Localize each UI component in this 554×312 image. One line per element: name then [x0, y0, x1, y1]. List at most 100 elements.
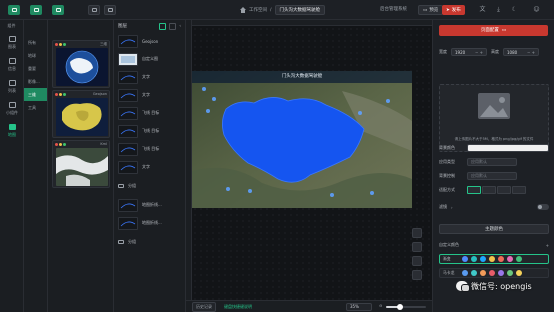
- nav-item-widget[interactable]: 小组件: [0, 98, 24, 120]
- bgcontrol-row: 背景控制 应用默认: [439, 172, 517, 180]
- color-swatch[interactable]: [498, 256, 504, 262]
- layer-item[interactable]: 地图折线...: [114, 196, 185, 214]
- map-icon: [8, 124, 16, 130]
- send-icon: ➤: [446, 7, 450, 13]
- layer-item[interactable]: 飞线 目标: [114, 122, 185, 140]
- category-item[interactable]: 所有: [24, 36, 47, 49]
- nav-item-map[interactable]: 地图: [0, 120, 24, 142]
- background-upload[interactable]: 请上传图片不大于5M，格式为 png/jpg/gif 的文件: [439, 84, 549, 152]
- redo-button[interactable]: [104, 5, 116, 15]
- dashboard-preview[interactable]: 门头沟大数据驾驶舱: [192, 71, 412, 208]
- shortcut-link[interactable]: 键盘快捷键说明: [224, 304, 252, 310]
- color-swatch[interactable]: [516, 270, 522, 276]
- component-toggle-button[interactable]: [30, 5, 42, 15]
- color-swatch[interactable]: [507, 256, 513, 262]
- lock-icon[interactable]: ⊖: [379, 303, 382, 308]
- layer-item[interactable]: 分组: [114, 176, 185, 196]
- color-swatch[interactable]: [471, 256, 477, 262]
- color-swatch[interactable]: [480, 270, 486, 276]
- bgcontrol-select[interactable]: 应用默认: [467, 172, 517, 180]
- category-item[interactable]: 地球: [24, 49, 47, 62]
- swatch-row[interactable]: 马卡龙: [439, 268, 549, 278]
- fit-mode-option[interactable]: [512, 186, 526, 194]
- home-icon[interactable]: [240, 7, 246, 13]
- chevron-right-icon[interactable]: ›: [451, 205, 453, 210]
- layer-item[interactable]: 飞线 目标: [114, 104, 185, 122]
- apply-select[interactable]: 应用默认: [467, 158, 517, 166]
- category-item[interactable]: 影像...: [24, 75, 47, 88]
- project-title[interactable]: 门头沟大数据驾驶舱: [274, 5, 326, 15]
- zoom-slider[interactable]: [386, 304, 426, 310]
- grid-view-icon[interactable]: [159, 22, 167, 30]
- category-item[interactable]: 重要: [24, 62, 47, 75]
- translate-icon[interactable]: 文: [478, 5, 487, 15]
- layer-tool-button[interactable]: [412, 242, 422, 252]
- collapse-icon[interactable]: ‹: [179, 24, 181, 29]
- ruler-horizontal: [186, 20, 432, 26]
- thumb-label: 三维: [100, 41, 107, 46]
- save-button[interactable]: [52, 5, 64, 15]
- add-icon[interactable]: +: [546, 243, 549, 248]
- layer-list: Geojson 自定义图 文字 文字 飞线 目标 飞线 目标 飞线 目标 文字 分组 地图折线..…: [114, 32, 185, 252]
- fit-mode-option[interactable]: [497, 186, 511, 194]
- filter-toggle[interactable]: [537, 204, 549, 210]
- color-swatch[interactable]: [480, 256, 486, 262]
- layer-item[interactable]: 文字: [114, 158, 185, 176]
- nav-item-chart[interactable]: 图表: [0, 32, 24, 54]
- stepper-icon[interactable]: − +: [527, 50, 535, 55]
- undo-button[interactable]: [88, 5, 100, 15]
- preview-button[interactable]: ▭ 预览: [418, 5, 444, 15]
- color-swatch[interactable]: [462, 256, 468, 262]
- category-item-active[interactable]: 三维: [24, 88, 47, 101]
- nav-item-info[interactable]: 信息: [0, 54, 24, 76]
- align-tool-button[interactable]: [412, 256, 422, 266]
- zoom-slider-knob[interactable]: [397, 304, 403, 310]
- layer-item[interactable]: 飞线 目标: [114, 140, 185, 158]
- color-swatch[interactable]: [507, 270, 513, 276]
- category-item[interactable]: 工具: [24, 101, 47, 114]
- admin-link[interactable]: 后台管理系统: [380, 6, 407, 12]
- height-field[interactable]: 1080 − +: [503, 48, 539, 56]
- layer-toggle-button[interactable]: [8, 5, 20, 15]
- width-field[interactable]: 1920 − +: [451, 48, 487, 56]
- history-button[interactable]: 历史记录: [192, 301, 216, 312]
- layer-item[interactable]: 自定义图: [114, 50, 185, 68]
- folder-icon: [118, 240, 124, 244]
- color-swatch[interactable]: [516, 256, 522, 262]
- fit-mode-option[interactable]: [482, 186, 496, 194]
- lock-tool-button[interactable]: [412, 228, 422, 238]
- fit-mode-option[interactable]: [467, 186, 481, 194]
- layer-item[interactable]: 地图折线...: [114, 214, 185, 232]
- layer-item[interactable]: 文字: [114, 68, 185, 86]
- fit-mode-segmented: [467, 186, 526, 194]
- color-swatch[interactable]: [489, 270, 495, 276]
- height-label: 高度: [491, 49, 499, 54]
- stepper-icon[interactable]: − +: [475, 50, 483, 55]
- map-thumb-3d[interactable]: 三维: [52, 40, 110, 88]
- publish-button[interactable]: ➤ 发布: [442, 5, 465, 15]
- color-swatch[interactable]: [462, 270, 468, 276]
- breadcrumb-workspace[interactable]: 工作空间: [249, 7, 267, 13]
- terrain-map: [192, 71, 412, 208]
- color-swatch[interactable]: [471, 270, 477, 276]
- nav-item-list[interactable]: 列表: [0, 76, 24, 98]
- list-view-icon[interactable]: [169, 22, 177, 30]
- layer-item-label: 文字: [142, 92, 150, 97]
- zoom-select[interactable]: 35%: [346, 303, 372, 311]
- theme-icon[interactable]: ☾: [510, 5, 519, 15]
- map-thumb-kml[interactable]: Kml: [52, 140, 110, 188]
- layer-item[interactable]: 文字: [114, 86, 185, 104]
- layer-item[interactable]: 分组: [114, 232, 185, 252]
- color-swatch[interactable]: [489, 256, 495, 262]
- layer-item[interactable]: Geojson: [114, 32, 185, 50]
- tab-page-config[interactable]: 页面配置 ▭: [439, 24, 548, 36]
- properties-panel: 页面配置 ▭ 宽度 1920 − + 高度 1080 − + 请上传图片不大于5…: [432, 20, 554, 312]
- color-swatch[interactable]: [498, 270, 504, 276]
- user-icon[interactable]: ☺: [532, 5, 541, 15]
- download-icon[interactable]: ⤓: [494, 5, 503, 15]
- settings-tool-button[interactable]: [412, 270, 422, 280]
- map-thumb-geojson[interactable]: Geojson: [52, 90, 110, 138]
- bgcolor-picker[interactable]: [467, 144, 549, 152]
- swatch-row[interactable]: 渐变: [439, 254, 549, 264]
- theme-color-button[interactable]: 主题颜色: [439, 224, 549, 234]
